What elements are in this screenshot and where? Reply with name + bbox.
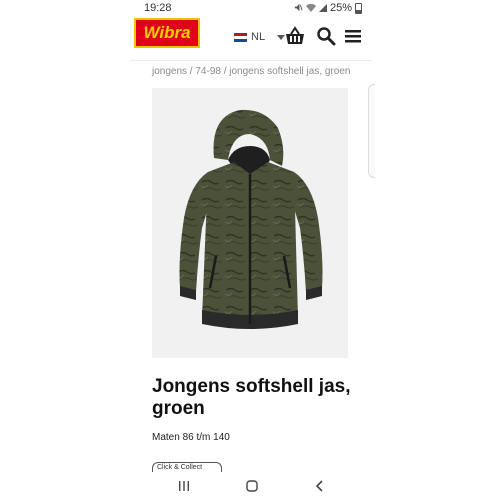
back-button[interactable] bbox=[312, 478, 328, 494]
mute-icon bbox=[294, 3, 303, 14]
site-header: Wibra NL bbox=[130, 16, 372, 56]
language-label: NL bbox=[251, 31, 266, 43]
status-time: 19:28 bbox=[144, 2, 172, 14]
recent-apps-button[interactable] bbox=[176, 478, 192, 494]
android-nav-bar bbox=[130, 472, 372, 500]
status-icons: 25% bbox=[294, 2, 362, 14]
chevron-down-icon bbox=[277, 34, 286, 40]
product-title: Jongens softshell jas, groen bbox=[152, 376, 351, 419]
home-button[interactable] bbox=[244, 478, 260, 494]
search-icon[interactable] bbox=[316, 26, 336, 46]
menu-icon[interactable] bbox=[344, 26, 364, 46]
battery-icon bbox=[355, 2, 362, 14]
status-bar: 19:28 25% bbox=[130, 0, 372, 16]
breadcrumb[interactable]: jongens / 74-98 / jongens softshell jas,… bbox=[152, 66, 350, 77]
signal-icon bbox=[318, 3, 327, 14]
edge-panel-handle[interactable] bbox=[368, 84, 375, 178]
basket-icon[interactable] bbox=[285, 26, 305, 46]
wifi-icon bbox=[305, 3, 316, 14]
battery-percent: 25% bbox=[329, 2, 352, 14]
header-divider bbox=[130, 60, 372, 61]
product-sizes: Maten 86 t/m 140 bbox=[152, 432, 230, 443]
product-image[interactable] bbox=[152, 88, 348, 358]
language-selector[interactable]: NL bbox=[234, 31, 286, 43]
wibra-logo[interactable]: Wibra bbox=[134, 18, 200, 48]
phone-screen: 19:28 25% Wibra NL jongens / 74-98 / jon… bbox=[130, 0, 372, 500]
jacket-illustration bbox=[179, 109, 323, 329]
nl-flag-icon bbox=[234, 32, 247, 42]
